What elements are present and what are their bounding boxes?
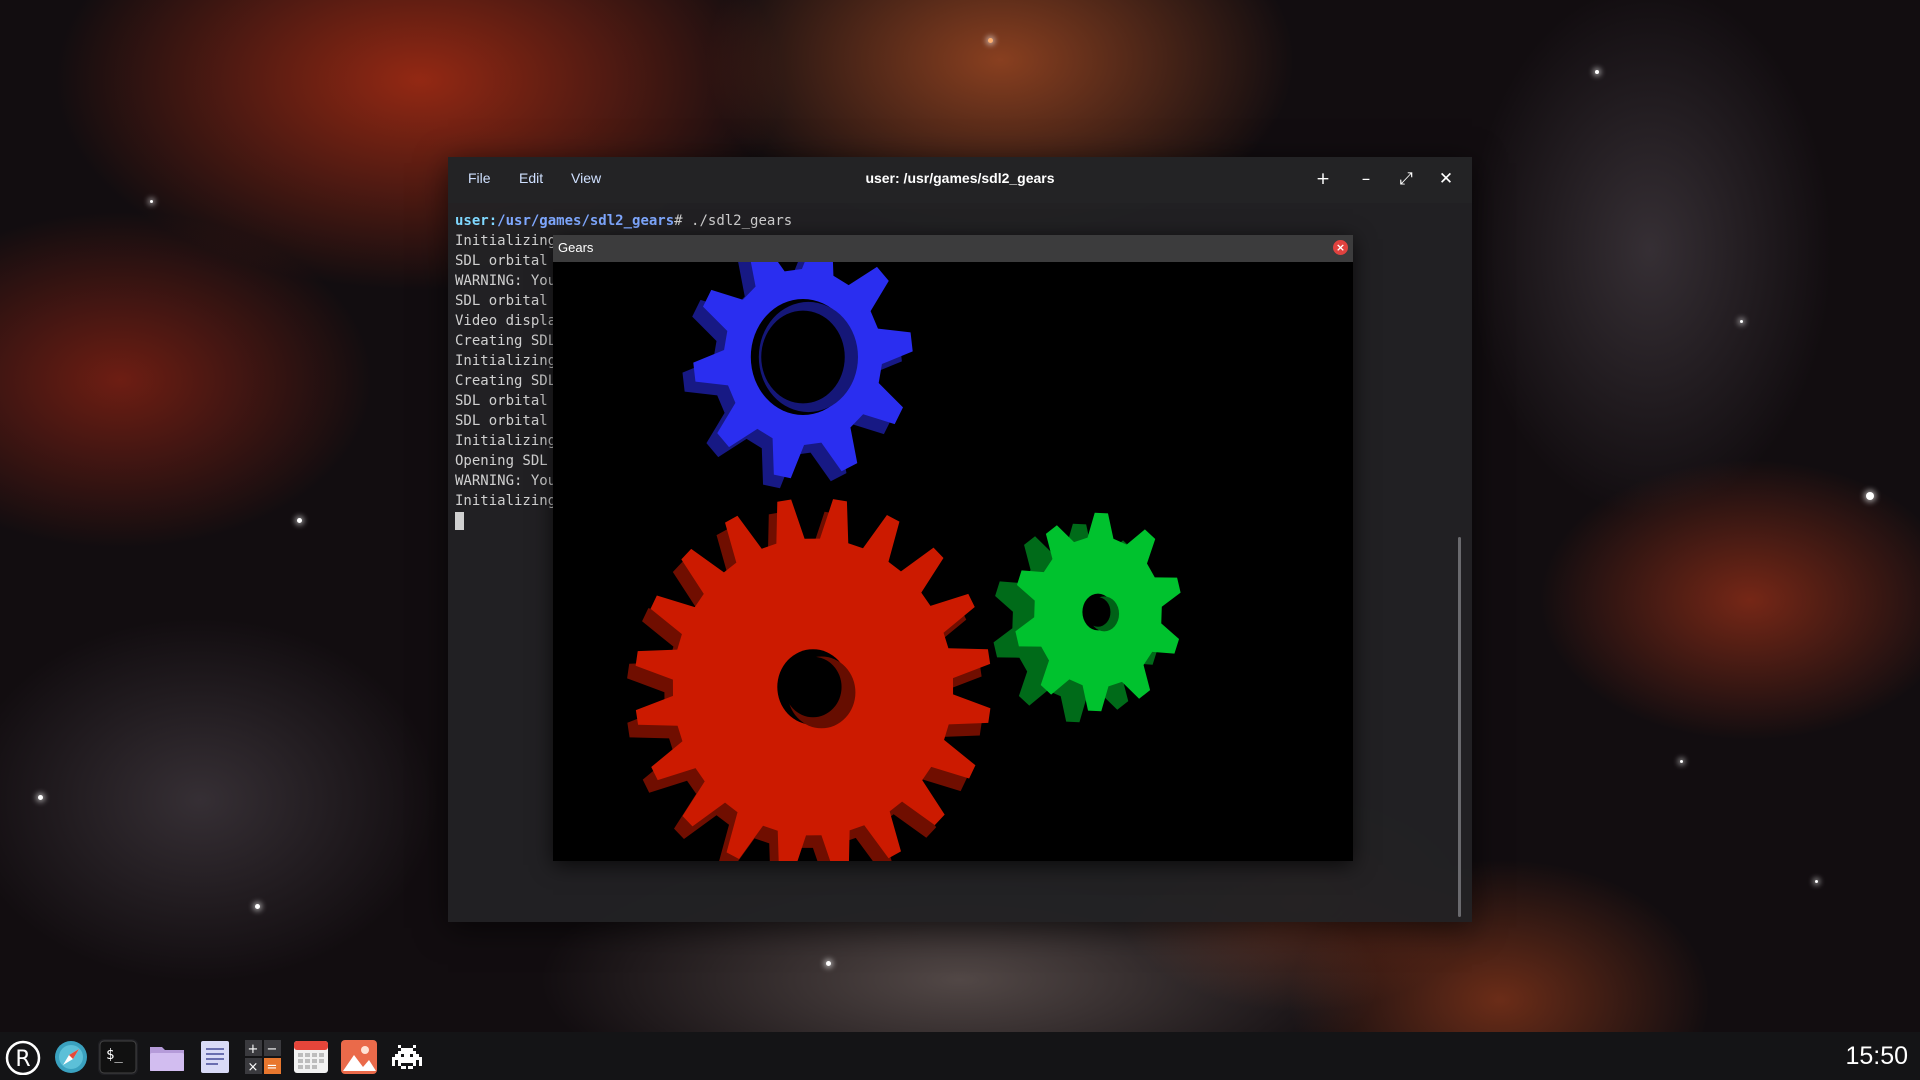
star <box>1595 70 1599 74</box>
text-cursor <box>455 512 464 530</box>
star <box>1740 320 1743 323</box>
star <box>826 961 831 966</box>
image-viewer-icon[interactable] <box>339 1039 379 1075</box>
star <box>150 200 153 203</box>
launcher-letter: R <box>15 1047 30 1072</box>
file-manager-folder-icon[interactable] <box>147 1039 187 1075</box>
prompt-command: ./sdl2_gears <box>682 213 793 229</box>
star <box>1680 760 1683 763</box>
green-gear <box>993 512 1181 723</box>
star <box>38 795 43 800</box>
browser-compass-icon[interactable] <box>51 1039 91 1075</box>
prompt-user: user: <box>455 213 498 229</box>
svg-text:×: × <box>248 1060 259 1075</box>
calendar-icon[interactable] <box>291 1039 331 1075</box>
blue-gear <box>682 262 913 489</box>
close-circle-icon[interactable]: × <box>1333 240 1348 255</box>
terminal-icon-text: $_ <box>106 1047 123 1063</box>
gears-scene <box>627 262 1181 861</box>
close-button[interactable]: ✕ <box>1435 168 1457 190</box>
terminal-icon[interactable]: $_ <box>98 1039 138 1075</box>
launcher-icon[interactable]: R <box>3 1039 43 1076</box>
prompt-path: /usr/games/sdl2_gears <box>497 213 675 229</box>
clock[interactable]: 15:50 <box>1845 1042 1908 1071</box>
red-gear <box>627 499 991 861</box>
star <box>297 518 302 523</box>
gears-render-area[interactable] <box>553 262 1353 861</box>
game-invader-icon[interactable] <box>387 1039 427 1075</box>
green-gear-hole-inner <box>1085 597 1111 627</box>
taskbar: R $_ + − × = 15:50 <box>0 1032 1920 1080</box>
text-editor-icon[interactable] <box>195 1039 235 1075</box>
blue-gear-hole-inner <box>761 310 845 404</box>
maximize-button[interactable]: ⤢ <box>1395 168 1417 190</box>
prompt-line: user:/usr/games/sdl2_gears# ./sdl2_gears <box>455 211 1455 231</box>
star <box>988 38 993 43</box>
red-gear-hole-inner <box>784 656 842 718</box>
gears-title: Gears <box>558 240 594 255</box>
star <box>1866 492 1874 500</box>
star <box>255 904 260 909</box>
minimize-button[interactable]: – <box>1355 168 1377 190</box>
svg-text:−: − <box>267 1042 278 1057</box>
gears-window[interactable]: Gears × <box>553 235 1353 861</box>
svg-text:=: = <box>267 1060 278 1075</box>
new-tab-button[interactable]: + <box>1312 168 1334 190</box>
star <box>1815 880 1818 883</box>
prompt-symbol: # <box>674 213 683 229</box>
calculator-icon[interactable]: + − × = <box>243 1039 283 1075</box>
svg-text:+: + <box>248 1042 259 1057</box>
terminal-titlebar[interactable]: File Edit View user: /usr/games/sdl2_gea… <box>448 157 1472 203</box>
terminal-scrollbar[interactable] <box>1458 537 1461 917</box>
gears-titlebar[interactable]: Gears × <box>553 235 1353 262</box>
